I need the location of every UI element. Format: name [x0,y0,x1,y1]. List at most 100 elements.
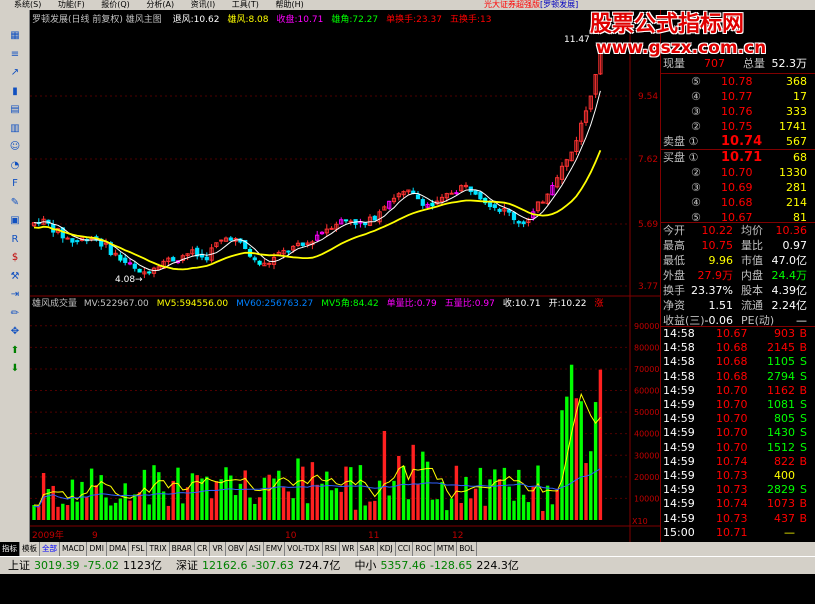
tab-bol[interactable]: BOL [457,542,478,556]
grid-icon[interactable]: ▦ [8,30,22,42]
volume-bar [411,444,415,520]
volume-bar [401,465,406,520]
stat-label: 量比 [741,239,763,252]
tab-cr[interactable]: CR [195,542,211,556]
pencil-icon[interactable]: ✏ [8,308,22,320]
level-price: 10.77 [721,90,753,103]
volume-row: 现量 707 总量 52.3万 [661,56,811,72]
menu-item[interactable]: 报价(Q) [101,0,130,10]
tick-price: 10.68 [716,341,748,355]
tab-fsl[interactable]: FSL [129,542,148,556]
down-arrow-icon[interactable]: ⬇ [8,363,22,375]
tab-kdj[interactable]: KDJ [378,542,396,556]
tick-time: 14:58 [663,369,695,383]
date-axis-label: 12 [452,531,463,541]
index-value: 12162.6 [201,559,248,572]
kline-chart[interactable]: 9.54 7.62 5.69 3.77 90000 80000 70000 60000 5000… [30,10,660,542]
candle-body [132,263,137,269]
volume-bar [569,364,574,520]
volume-bar [377,480,382,520]
level-price: 10.68 [721,196,753,209]
main-indicator: 雄风:8.08 [227,15,269,25]
tab-asi[interactable]: ASI [247,542,264,556]
tab-roc[interactable]: ROC [413,542,435,556]
volume-bar [589,451,593,520]
tab-vr[interactable]: VR [210,542,226,556]
tab-cci[interactable]: CCI [396,542,414,556]
menu-item[interactable]: 工具(T) [232,0,259,10]
volume-bar [344,466,348,520]
volume-bar [469,498,473,520]
watermark-line1: 股票公式指标网 [590,12,745,37]
tick-price: 10.70 [716,426,748,440]
tick-volume: 805 [774,412,795,426]
index-quote[interactable]: 上证 3019.39 -75.02 1123亿 [4,559,162,572]
tick-price: 10.67 [716,327,748,340]
calc-icon[interactable]: ▥ [8,123,22,135]
price-tick-label: 3.77 [638,282,658,292]
rsi-icon[interactable]: R [8,234,22,246]
tab-macd[interactable]: MACD [60,542,88,556]
volume-bar [526,502,531,520]
tick-row: 14:58 10.68 2145 B [661,341,811,355]
stat-label: 股本 [741,284,763,297]
level-label: 卖盘 ① [663,135,699,148]
tab-emv[interactable]: EMV [264,542,286,556]
tab-wr[interactable]: WR [340,542,358,556]
candle-body [252,257,257,261]
people-icon[interactable]: ☺ [8,141,22,153]
volume-bar [277,470,281,520]
menu-item[interactable]: 功能(F) [58,0,85,10]
chart-icon[interactable]: ↗ [8,67,22,79]
tab-dma[interactable]: DMA [107,542,130,556]
tab-mtm[interactable]: MTM [435,542,458,556]
volume-bar [406,499,411,520]
volume-bar [291,498,295,520]
tick-row: 14:59 10.70 1430 S [661,426,811,440]
index-quote[interactable]: 深证 12162.6 -307.63 724.7亿 [172,559,340,572]
index-value: 5357.46 [380,559,426,572]
tab-brar[interactable]: BRAR [170,542,196,556]
pie-icon[interactable]: ◔ [8,160,22,172]
level-label: 买盘 ① [663,151,699,164]
tab-obv[interactable]: OBV [226,542,247,556]
volume-bar [137,492,142,520]
volume-bar [267,474,271,520]
bar-chart-icon[interactable]: ▮ [8,86,22,98]
tab-指标[interactable]: 指标 [0,542,20,556]
menu-item[interactable]: 帮助(H) [275,0,303,10]
menu-item[interactable]: 分析(A) [146,0,174,10]
calendar-icon[interactable]: ▣ [8,215,22,227]
tab-rsi[interactable]: RSI [323,542,340,556]
tab-dmi[interactable]: DMI [87,542,107,556]
volume-bar [70,479,75,520]
export-icon[interactable]: ⇥ [8,289,22,301]
chart-area[interactable]: 9.54 7.62 5.69 3.77 90000 80000 70000 60000 5000… [30,10,660,542]
list-icon[interactable]: ≡ [8,49,22,61]
candle-body [492,204,497,208]
tick-side: S [800,412,807,426]
f10-icon[interactable]: F [8,178,22,190]
up-arrow-icon[interactable]: ⬆ [8,345,22,357]
edit-icon[interactable]: ✎ [8,197,22,209]
tick-row: 14:59 10.74 822 B [661,455,811,469]
table-icon[interactable]: ▤ [8,104,22,116]
menu-item[interactable]: 系统(S) [14,0,41,10]
tab-模板[interactable]: 模板 [20,542,40,556]
tick-row: 14:59 10.73 437 B [661,512,811,526]
dollar-icon[interactable]: $ [8,252,22,264]
volume-bar [75,501,79,520]
crosshair-icon[interactable]: ✥ [8,326,22,338]
tick-row: 14:59 10.73 2829 S [661,483,811,497]
tab-trix[interactable]: TRIX [147,542,170,556]
candle-body [257,260,262,265]
tab-vol-tdx[interactable]: VOL-TDX [285,542,323,556]
wrench-icon[interactable]: ⚒ [8,271,22,283]
tab-全部[interactable]: 全部 [40,542,60,556]
volume-indicator: MV60:256763.27 [236,299,314,309]
index-quote[interactable]: 中小 5357.46 -128.65 224.3亿 [350,559,518,572]
tab-sar[interactable]: SAR [358,542,378,556]
menu-item[interactable]: 资讯(I) [191,0,216,10]
stat-label: 净资 [663,299,685,312]
index-change: -307.63 [251,559,294,572]
